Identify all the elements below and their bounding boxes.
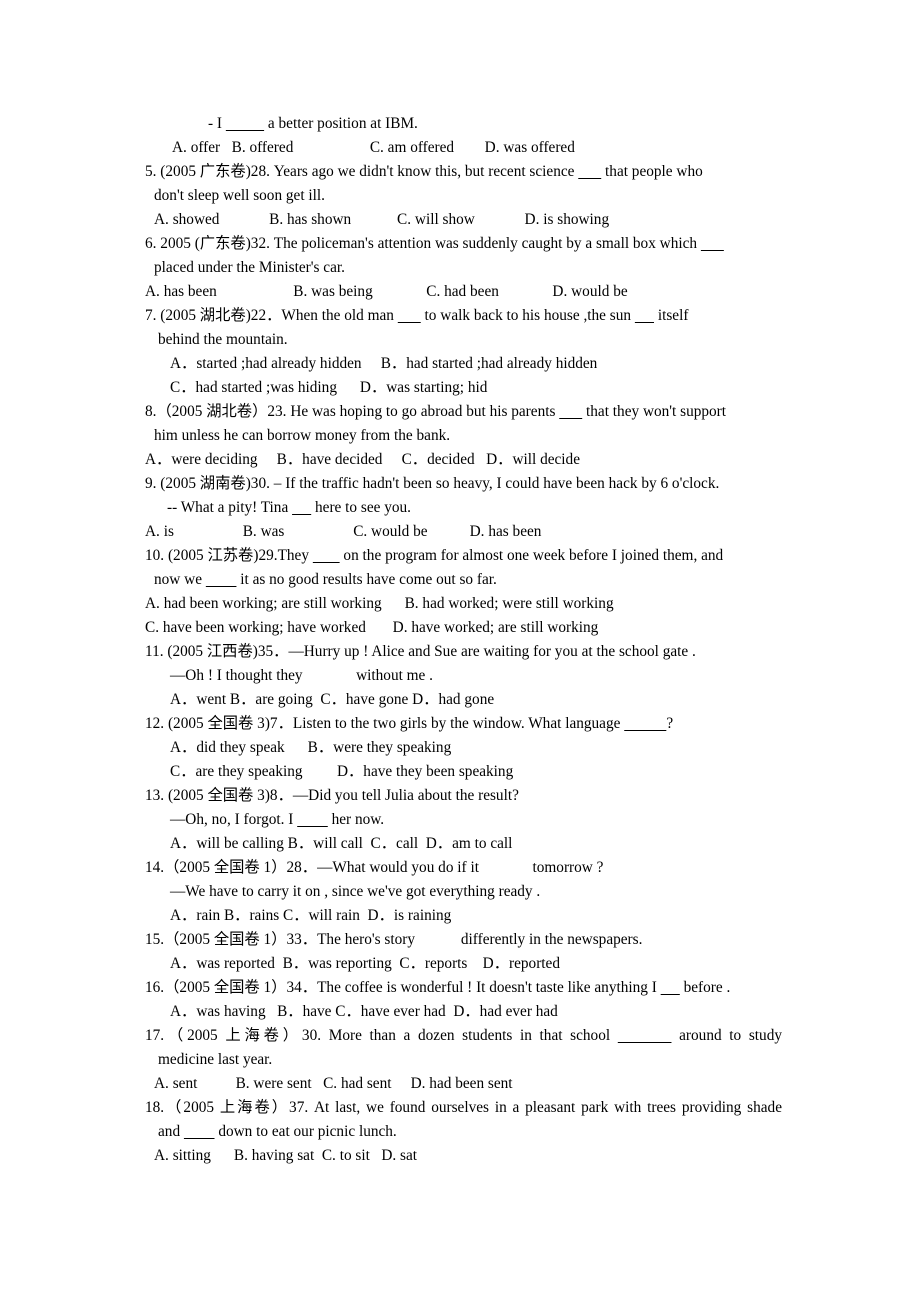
text-line: A. had been working; are still working B… [145, 595, 614, 612]
text-line: medicine last year. [158, 1051, 273, 1068]
text-line: A. is B. was C. would be D. has been [145, 523, 542, 540]
text-line: A. offer B. offered C. am offered D. was… [172, 139, 575, 156]
text-line: 15.（2005 全国卷 1）33．The hero's story diffe… [145, 931, 643, 948]
text-line: A. sitting B. having sat C. to sit D. sa… [154, 1147, 418, 1164]
text-line: 12. (2005 全国卷 3)7．Listen to the two girl… [145, 715, 674, 732]
fill-in-blank [206, 571, 237, 588]
text-line: 14.（2005 全国卷 1）28．—What would you do if … [145, 859, 604, 876]
text-line: C．are they speaking D．have they been spe… [170, 763, 514, 780]
text-line: A．was having B．have C．have ever had D．ha… [170, 1003, 558, 1020]
text-line: 6. 2005 (广东卷)32. The policeman's attenti… [145, 232, 782, 256]
text-line: A．was reported B．was reporting C．reports… [170, 955, 560, 972]
text-line: now we it as no good results have come o… [154, 571, 497, 588]
text-line: C．had started ;was hiding D．was starting… [170, 379, 488, 396]
text-line: 11. (2005 江西卷)35．—Hurry up ! Alice and S… [145, 643, 696, 660]
fill-in-blank [398, 307, 421, 324]
fill-in-blank [559, 403, 582, 420]
text-line: 8.（2005 湖北卷）23. He was hoping to go abro… [145, 403, 727, 420]
text-line: A. showed B. has shown C. will show D. i… [154, 211, 610, 228]
text-line: and down to eat our picnic lunch. [158, 1123, 397, 1140]
question-list: - I a better position at IBM. A. offer B.… [145, 112, 782, 1168]
fill-in-blank [661, 979, 680, 996]
text-line: A．went B．are going C．have gone D．had gon… [170, 691, 495, 708]
text-line: A．did they speak B．were they speaking [170, 739, 452, 756]
fill-in-blank [635, 307, 654, 324]
text-line: A. sent B. were sent C. had sent D. had … [154, 1075, 513, 1092]
text-line: placed under the Minister's car. [154, 259, 345, 276]
text-line: A. has been B. was being C. had been D. … [145, 283, 628, 300]
text-line: 7. (2005 湖北卷)22．When the old man to walk… [145, 307, 689, 324]
fill-in-blank [578, 163, 601, 180]
text-line: don't sleep well soon get ill. [154, 187, 325, 204]
fill-in-blank [618, 1027, 672, 1044]
text-line: A．will be calling B．will call C．call D．a… [170, 835, 513, 852]
text-line: 10. (2005 江苏卷)29.They on the program for… [145, 547, 724, 564]
fill-in-blank [624, 715, 666, 732]
text-line: - I a better position at IBM. [208, 115, 418, 132]
text-line: -- What a pity! Tina here to see you. [167, 499, 412, 516]
text-line: C. have been working; have worked D. hav… [145, 619, 599, 636]
text-line: 13. (2005 全国卷 3)8．—Did you tell Julia ab… [145, 787, 519, 804]
fill-in-blank [226, 115, 264, 132]
fill-in-blank [297, 811, 328, 828]
text-line: 17.（2005 上海卷）30. More than a dozen stude… [145, 1027, 782, 1044]
text-line: A．started ;had already hidden B．had star… [170, 355, 598, 372]
text-line: behind the mountain. [158, 331, 288, 348]
text-line: —Oh ! I thought they without me . [170, 667, 433, 684]
fill-in-blank [313, 547, 340, 564]
document-page: - I a better position at IBM. A. offer B.… [0, 0, 920, 1302]
text-line: him unless he can borrow money from the … [154, 427, 451, 444]
text-line: —We have to carry it on , since we've go… [170, 883, 541, 900]
text-line: —Oh, no, I forgot. I her now. [170, 811, 385, 828]
text-line: 5. (2005 广东卷)28. Years ago we didn't kno… [145, 163, 703, 180]
text-line: A．were deciding B．have decided C．decided… [145, 451, 580, 468]
text-line: A．rain B．rains C．will rain D．is raining [170, 907, 452, 924]
fill-in-blank [701, 235, 724, 252]
text-line: 18.（2005 上海卷）37. At last, we found ourse… [145, 1099, 782, 1116]
text-line: 16.（2005 全国卷 1）34．The coffee is wonderfu… [145, 979, 731, 996]
fill-in-blank [292, 499, 311, 516]
fill-in-blank [184, 1123, 215, 1140]
text-line: 9. (2005 湖南卷)30. – If the traffic hadn't… [145, 475, 720, 492]
